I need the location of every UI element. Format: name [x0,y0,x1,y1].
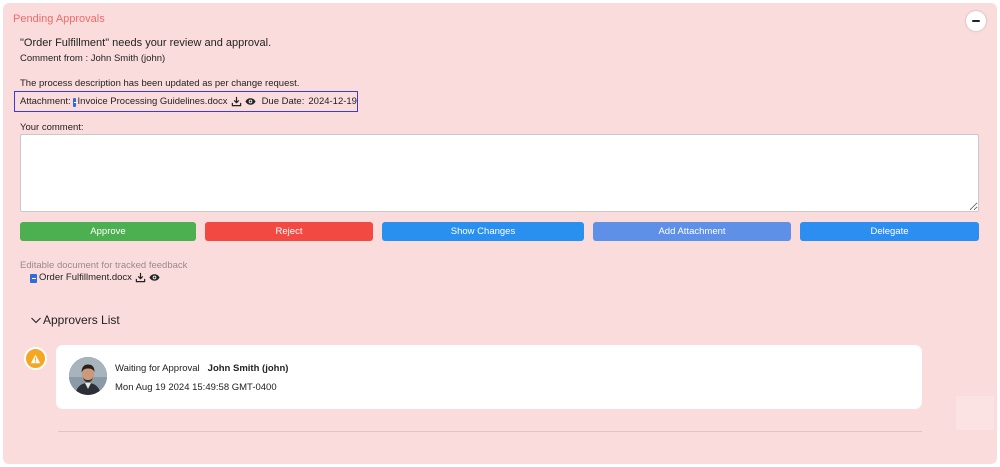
reject-button[interactable]: Reject [205,222,373,241]
attachment-file-link[interactable]: Invoice Processing Guidelines.docx [78,96,228,107]
approvers-list-toggle[interactable]: Approvers List [30,313,120,327]
comment-textarea[interactable] [20,134,979,212]
approver-name: John Smith (john) [207,363,289,374]
divider [58,431,922,432]
due-date-label: Due Date: [261,96,305,107]
download-icon[interactable] [231,96,242,107]
pending-approvals-panel: Pending Approvals "Order Fulfillment" ne… [3,3,997,464]
approver-status-line: Waiting for Approval John Smith (john) [115,363,288,374]
comment-from: Comment from : John Smith (john) [20,53,166,64]
add-attachment-button[interactable]: Add Attachment [593,222,791,241]
avatar [69,357,107,395]
comment-label: Your comment: [20,122,84,133]
attachment-label: Attachment: [20,96,71,107]
approve-button[interactable]: Approve [20,222,196,241]
collapse-button[interactable] [966,11,986,31]
document-icon [30,274,37,283]
editable-document-label: Editable document for tracked feedback [20,260,188,271]
side-panel-edge [956,396,994,430]
editable-file-link[interactable]: Order Fulfillment.docx [39,272,132,283]
eye-icon[interactable] [149,272,160,283]
eye-icon[interactable] [244,96,256,107]
process-description: The process description has been updated… [20,78,300,89]
panel-title: Pending Approvals [13,13,105,25]
due-date-value: 2024-12-19 [308,96,357,107]
attachment-row: Attachment: Invoice Processing Guideline… [14,91,358,112]
minus-icon [972,20,980,22]
approvers-list-title: Approvers List [43,313,120,327]
approver-card: Waiting for Approval John Smith (john) Mo… [56,345,922,409]
download-icon[interactable] [135,272,146,283]
pending-status-dot [24,347,47,370]
approval-timestamp: Mon Aug 19 2024 15:49:58 GMT-0400 [115,382,277,393]
document-icon [72,98,78,107]
show-changes-button[interactable]: Show Changes [382,222,584,241]
chevron-down-icon [31,317,41,324]
review-message: "Order Fulfillment" needs your review an… [20,37,272,49]
approval-status: Waiting for Approval [115,363,200,374]
warning-icon [30,354,41,363]
editable-document-row: Order Fulfillment.docx [30,272,160,283]
delegate-button[interactable]: Delegate [800,222,979,241]
